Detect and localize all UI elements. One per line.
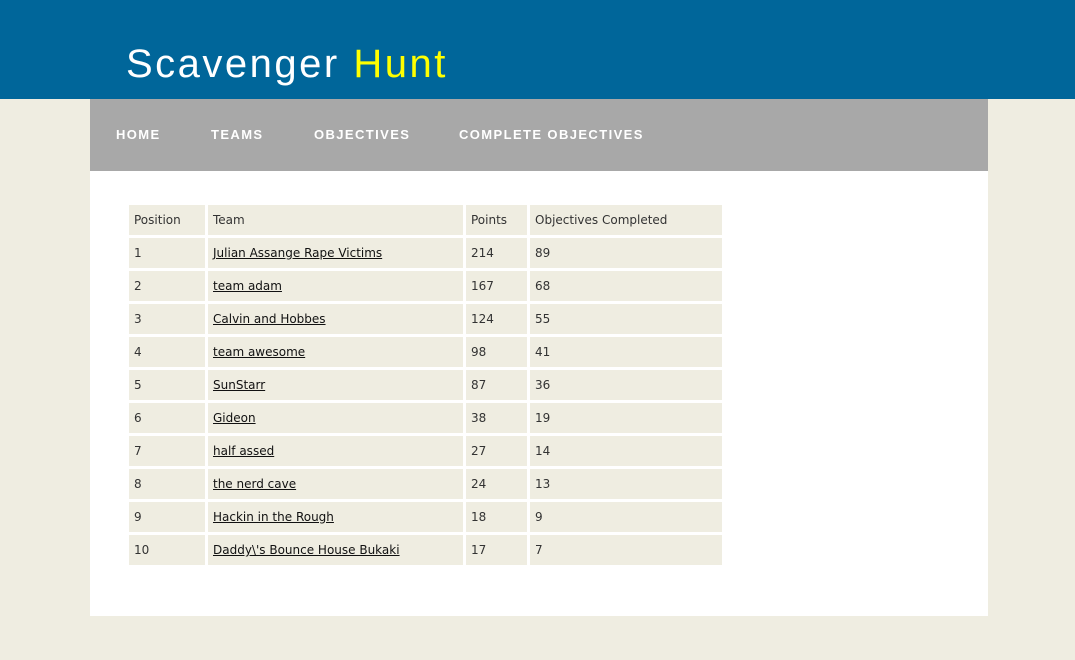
cell-team: team adam (208, 271, 463, 301)
team-link[interactable]: team awesome (213, 345, 305, 359)
team-link[interactable]: Julian Assange Rape Victims (213, 246, 382, 260)
column-header-objectives-completed: Objectives Completed (530, 205, 722, 235)
cell-team: Daddy\'s Bounce House Bukaki (208, 535, 463, 565)
table-header-row: Position Team Points Objectives Complete… (129, 205, 722, 235)
nav-teams[interactable]: TEAMS (211, 127, 264, 143)
team-link[interactable]: Hackin in the Rough (213, 510, 334, 524)
table-row: 10 Daddy\'s Bounce House Bukaki 17 7 (129, 535, 722, 565)
table-row: 5 SunStarr 87 36 (129, 370, 722, 400)
main-content: Position Team Points Objectives Complete… (90, 171, 988, 616)
standings-table: Position Team Points Objectives Complete… (126, 202, 725, 568)
cell-points: 38 (466, 403, 527, 433)
cell-points: 87 (466, 370, 527, 400)
cell-position: 4 (129, 337, 205, 367)
table-row: 3 Calvin and Hobbes 124 55 (129, 304, 722, 334)
site-title-main: Scavenger (126, 42, 340, 86)
table-row: 6 Gideon 38 19 (129, 403, 722, 433)
team-link[interactable]: half assed (213, 444, 274, 458)
cell-points: 24 (466, 469, 527, 499)
standings-body: 1 Julian Assange Rape Victims 214 89 2 team a… (129, 238, 722, 565)
cell-objectives-completed: 55 (530, 304, 722, 334)
cell-points: 17 (466, 535, 527, 565)
column-header-team: Team (208, 205, 463, 235)
cell-objectives-completed: 89 (530, 238, 722, 268)
cell-objectives-completed: 7 (530, 535, 722, 565)
column-header-points: Points (466, 205, 527, 235)
team-link[interactable]: Gideon (213, 411, 256, 425)
team-link[interactable]: team adam (213, 279, 282, 293)
cell-team: the nerd cave (208, 469, 463, 499)
cell-points: 167 (466, 271, 527, 301)
table-row: 4 team awesome 98 41 (129, 337, 722, 367)
cell-position: 7 (129, 436, 205, 466)
site-header: Scavenger Hunt (0, 0, 1075, 99)
cell-position: 8 (129, 469, 205, 499)
site-title-accent: Hunt (353, 42, 448, 86)
cell-position: 1 (129, 238, 205, 268)
team-link[interactable]: SunStarr (213, 378, 265, 392)
cell-objectives-completed: 13 (530, 469, 722, 499)
cell-points: 214 (466, 238, 527, 268)
table-row: 2 team adam 167 68 (129, 271, 722, 301)
table-row: 1 Julian Assange Rape Victims 214 89 (129, 238, 722, 268)
cell-team: team awesome (208, 337, 463, 367)
cell-objectives-completed: 9 (530, 502, 722, 532)
cell-position: 3 (129, 304, 205, 334)
team-link[interactable]: the nerd cave (213, 477, 296, 491)
cell-position: 10 (129, 535, 205, 565)
column-header-position: Position (129, 205, 205, 235)
cell-position: 2 (129, 271, 205, 301)
nav-objectives[interactable]: OBJECTIVES (314, 127, 410, 143)
cell-objectives-completed: 19 (530, 403, 722, 433)
cell-team: SunStarr (208, 370, 463, 400)
table-row: 8 the nerd cave 24 13 (129, 469, 722, 499)
cell-objectives-completed: 68 (530, 271, 722, 301)
cell-position: 5 (129, 370, 205, 400)
table-row: 7 half assed 27 14 (129, 436, 722, 466)
nav-complete-objectives[interactable]: COMPLETE OBJECTIVES (459, 127, 644, 143)
cell-points: 18 (466, 502, 527, 532)
cell-team: Gideon (208, 403, 463, 433)
main-nav: HOME TEAMS OBJECTIVES COMPLETE OBJECTIVE… (90, 99, 988, 171)
team-link[interactable]: Calvin and Hobbes (213, 312, 326, 326)
team-link[interactable]: Daddy\'s Bounce House Bukaki (213, 543, 400, 557)
cell-position: 9 (129, 502, 205, 532)
nav-home[interactable]: HOME (116, 127, 161, 143)
cell-team: half assed (208, 436, 463, 466)
cell-objectives-completed: 36 (530, 370, 722, 400)
cell-position: 6 (129, 403, 205, 433)
cell-team: Julian Assange Rape Victims (208, 238, 463, 268)
site-title: Scavenger Hunt (126, 40, 448, 88)
cell-objectives-completed: 14 (530, 436, 722, 466)
cell-points: 27 (466, 436, 527, 466)
cell-objectives-completed: 41 (530, 337, 722, 367)
table-row: 9 Hackin in the Rough 18 9 (129, 502, 722, 532)
cell-points: 98 (466, 337, 527, 367)
cell-points: 124 (466, 304, 527, 334)
cell-team: Calvin and Hobbes (208, 304, 463, 334)
cell-team: Hackin in the Rough (208, 502, 463, 532)
